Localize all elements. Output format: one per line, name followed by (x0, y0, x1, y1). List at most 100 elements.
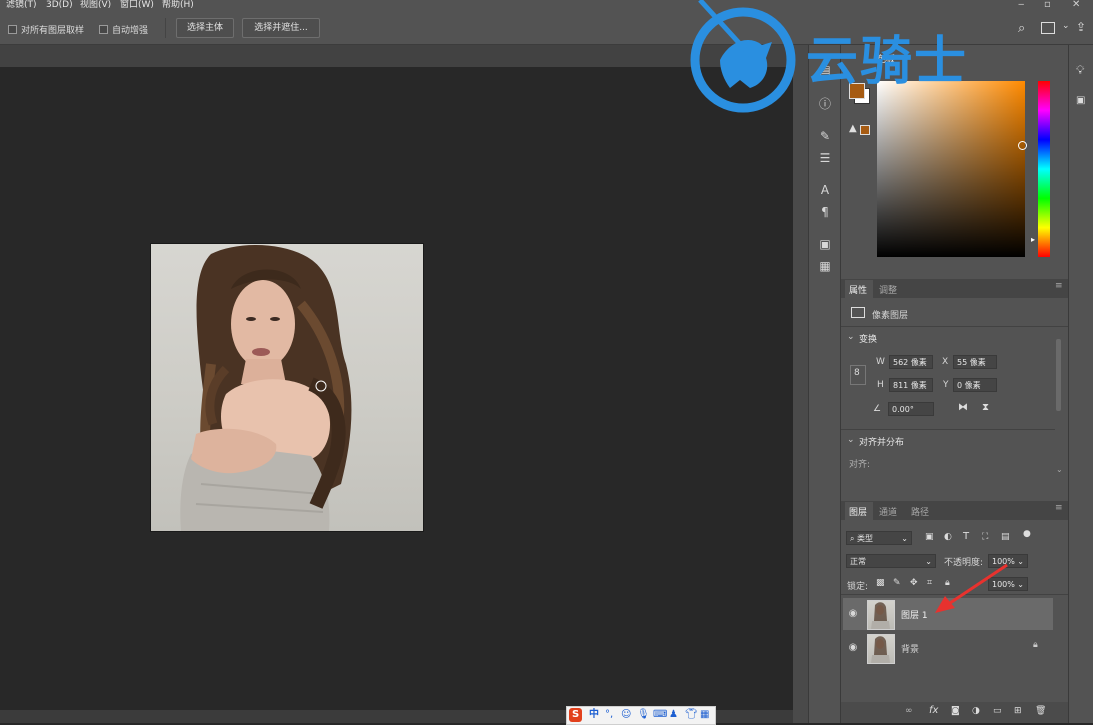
pixel-layer-icon (851, 307, 865, 318)
sogou-logo-icon[interactable]: S (569, 708, 583, 722)
hue-slider-marker[interactable]: ▸ (1031, 235, 1035, 244)
sample-all-layers-checkbox[interactable] (8, 25, 17, 34)
tab-adjustments[interactable]: 调整 (879, 283, 897, 296)
character-icon[interactable]: A (817, 183, 833, 197)
y-label: Y (943, 380, 949, 390)
filter-shape-icon[interactable]: ⛶ (982, 532, 988, 542)
info-icon[interactable]: ⓘ (817, 97, 833, 111)
ime-language-toggle[interactable]: 中 (589, 708, 599, 722)
chevron-down-icon[interactable]: ⌄ (847, 332, 855, 342)
user-icon[interactable]: ♟ (669, 708, 678, 722)
search-icon[interactable]: ⌕ (1018, 21, 1025, 36)
panel-menu-icon[interactable]: ≡ (1055, 281, 1063, 291)
layer-filter-select[interactable]: ⌕ 类型 ⌄ (846, 531, 912, 545)
y-field[interactable]: 0 像素 (953, 378, 997, 392)
layer-row-background[interactable]: ◉ 背景 🔒︎ (843, 632, 1053, 664)
emoji-icon[interactable]: ☺ (621, 708, 631, 722)
tab-layers[interactable]: 图层 (849, 505, 867, 518)
portrait-image (180, 245, 352, 531)
filter-toggle-icon[interactable]: ● (1023, 529, 1031, 539)
flip-horizontal-icon[interactable]: ⧓ (958, 402, 968, 413)
lock-move-icon[interactable]: ✥ (910, 578, 918, 588)
eye-icon[interactable]: ◉ (847, 642, 859, 654)
sliders-icon[interactable]: ☰ (817, 151, 833, 165)
color-picker-marker[interactable] (1018, 141, 1027, 150)
chevron-down-icon[interactable]: ⌄ (1062, 21, 1070, 31)
menu-3d[interactable]: 3D(D) (46, 0, 73, 11)
lock-paint-icon[interactable]: ✎ (893, 578, 901, 588)
workspace-icon[interactable] (1041, 22, 1055, 34)
punctuation-icon[interactable]: °, (605, 708, 613, 722)
annotation-arrow (935, 563, 1008, 613)
folder-icon[interactable]: ▭ (993, 706, 1002, 716)
angle-field[interactable]: 0.00° (888, 402, 934, 416)
lightbulb-icon[interactable]: 💡︎ (1076, 63, 1084, 78)
auto-enhance-checkbox[interactable] (99, 25, 108, 34)
filter-smart-object-icon[interactable]: ▤ (1001, 532, 1010, 542)
watermark-logo (690, 0, 796, 113)
layer-kind-label: 像素图层 (872, 311, 909, 321)
chevron-down-icon[interactable]: ⌄ (847, 435, 855, 445)
canvas-image[interactable] (150, 243, 424, 532)
panel-menu-icon[interactable]: ≡ (1055, 503, 1063, 513)
keyboard-icon[interactable]: ⌨ (653, 708, 667, 722)
paragraph-icon[interactable]: ¶ (817, 205, 833, 219)
flip-vertical-icon[interactable]: ⧗ (982, 402, 989, 413)
layer-name[interactable]: 图层 1 (901, 608, 928, 621)
height-label: H (877, 380, 884, 390)
select-subject-button[interactable]: 选择主体 (176, 18, 234, 38)
toolbox-icon[interactable]: ▦ (700, 708, 709, 722)
select-and-mask-button[interactable]: 选择并遮住... (242, 18, 320, 38)
layer-filter-value: 类型 (857, 534, 874, 543)
blend-mode-select[interactable]: 正常 ⌄ (846, 554, 936, 568)
minimize-icon[interactable]: ‒ (1018, 0, 1024, 10)
close-icon[interactable]: ✕ (1072, 0, 1080, 10)
transform-title: 变换 (859, 335, 878, 345)
lock-transparent-icon[interactable]: ▩ (876, 578, 885, 588)
eye-icon[interactable]: ◉ (847, 608, 859, 620)
mask-icon[interactable]: ◙ (951, 706, 960, 716)
hue-slider[interactable] (1038, 81, 1050, 257)
adjustment-icon[interactable]: ◑ (972, 706, 980, 716)
width-field[interactable]: 562 像素 (889, 355, 933, 369)
chevron-down-icon[interactable]: ⌄ (1056, 465, 1063, 474)
gamut-swatch[interactable] (860, 125, 870, 135)
filter-adjustment-icon[interactable]: ◐ (944, 532, 952, 542)
link-layers-icon[interactable]: ∞ (905, 706, 913, 716)
new-layer-icon[interactable]: ⊞ (1014, 706, 1022, 716)
filter-type-icon[interactable]: T (963, 531, 969, 542)
menu-filter[interactable]: 滤镜(T) (6, 0, 37, 11)
layer-name[interactable]: 背景 (901, 642, 919, 655)
share-icon[interactable]: ⇪ (1076, 20, 1086, 34)
tab-properties[interactable]: 属性 (849, 283, 867, 296)
filter-image-icon[interactable]: ▣ (925, 532, 934, 542)
x-field[interactable]: 55 像素 (953, 355, 997, 369)
restore-icon[interactable]: ▫ (1044, 0, 1051, 10)
width-label: W (876, 357, 885, 367)
learn-icon[interactable]: ▣ (1076, 95, 1085, 106)
notes-icon[interactable]: ▦ (817, 259, 833, 273)
properties-scrollbar[interactable] (1056, 339, 1061, 411)
menu-view[interactable]: 视图(V) (80, 0, 111, 11)
fx-button[interactable]: fx (929, 705, 938, 716)
tab-paths[interactable]: 路径 (911, 505, 929, 518)
align-title: 对齐并分布 (859, 438, 905, 448)
brush-icon[interactable]: ✎ (817, 129, 833, 143)
skin-icon[interactable]: 👕︎ (685, 708, 698, 722)
canvas-scrollbar[interactable] (793, 45, 808, 723)
divider (841, 429, 1055, 430)
trash-icon[interactable]: 🗑︎ (1035, 706, 1046, 716)
document-tab-strip (0, 45, 793, 67)
blend-mode-value: 正常 (850, 557, 866, 566)
chevron-down-icon: ⌄ (901, 534, 908, 543)
tab-channels[interactable]: 通道 (879, 505, 897, 518)
microphone-icon[interactable]: 🎙︎ (637, 708, 650, 722)
angle-icon: ∠ (873, 404, 882, 414)
link-icon[interactable]: 8 (850, 365, 866, 385)
menu-help[interactable]: 帮助(H) (162, 0, 194, 11)
menu-window[interactable]: 窗口(W) (120, 0, 154, 11)
panel-icon-column: ▤ ⓘ ✎ ☰ A ¶ ▣ ▦ (808, 45, 841, 723)
library-icon[interactable]: ▣ (817, 237, 833, 251)
color-field[interactable] (877, 81, 1025, 257)
height-field[interactable]: 811 像素 (889, 378, 933, 392)
